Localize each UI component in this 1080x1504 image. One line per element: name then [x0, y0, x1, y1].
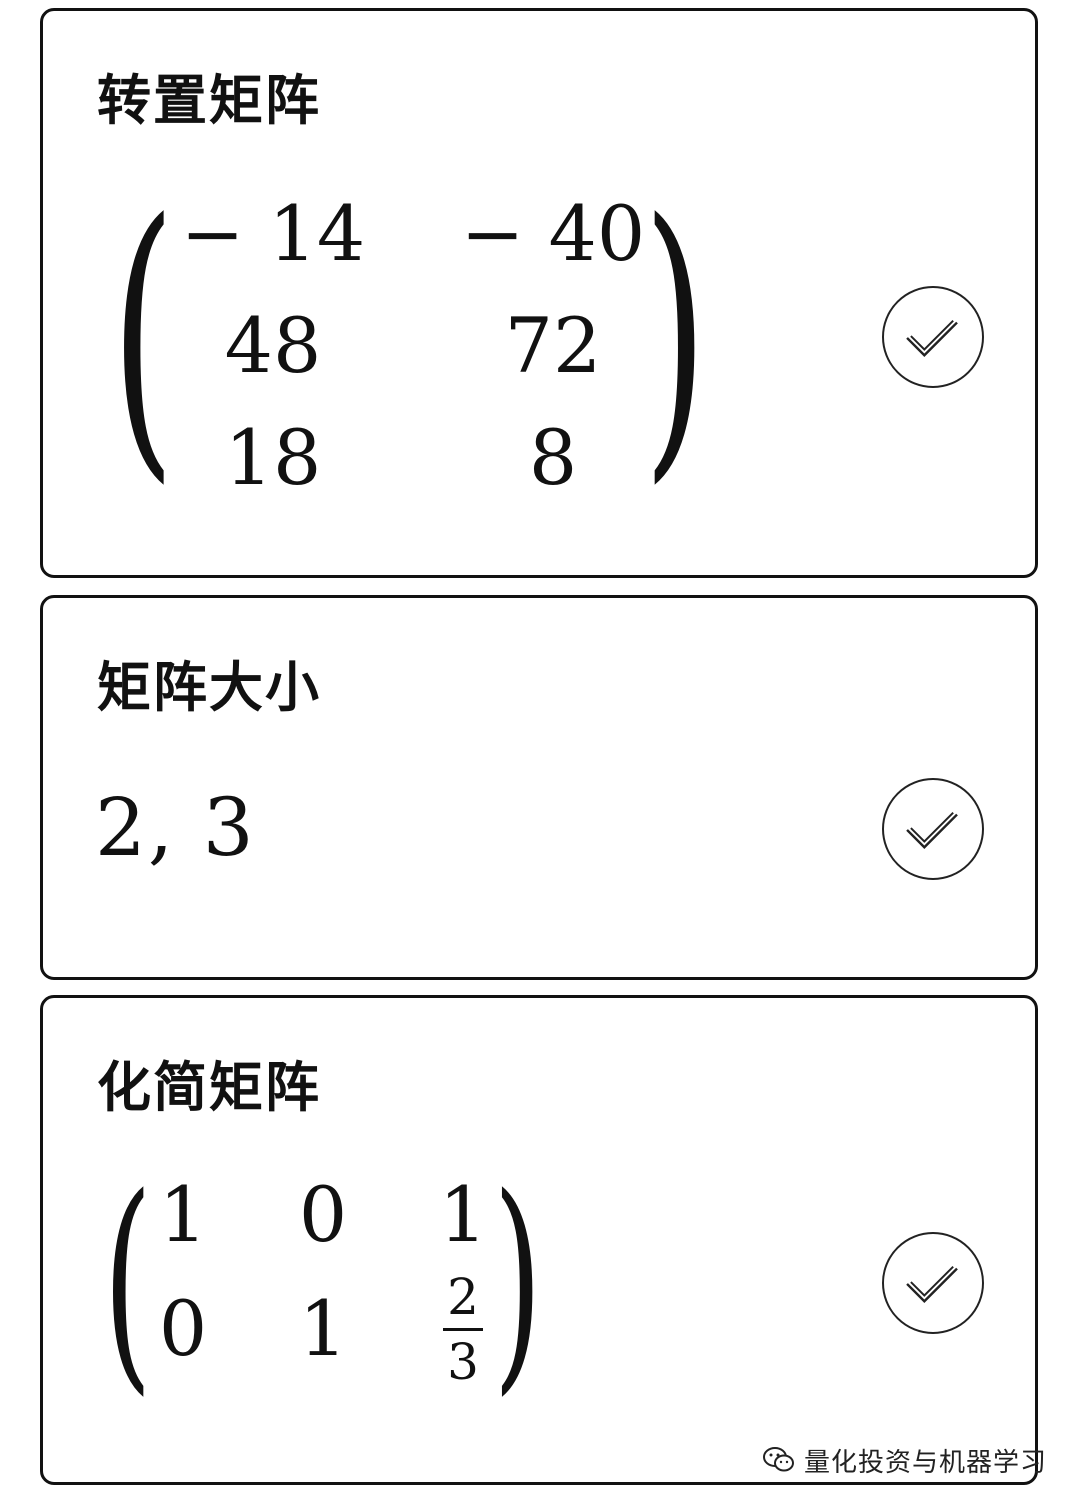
- card-title: 化简矩阵: [97, 1056, 321, 1119]
- matrix-size-card: 矩阵大小 2, 3: [40, 595, 1038, 980]
- wechat-icon: [763, 1447, 794, 1472]
- watermark-text: 量化投资与机器学习: [804, 1447, 1048, 1478]
- fraction: 2 3: [433, 1268, 493, 1391]
- matrix-cell: 8: [528, 413, 578, 502]
- matrix-size-value: 2, 3: [95, 781, 256, 874]
- card-title: 转置矩阵: [97, 69, 321, 132]
- matrix-cell: 1: [158, 1170, 208, 1259]
- matrix-cell: 18: [224, 413, 322, 502]
- check-circle-icon: [906, 1265, 958, 1303]
- fraction-bar: [443, 1328, 483, 1331]
- fraction-denominator: 3: [447, 1333, 479, 1391]
- matrix-cell: 0: [298, 1170, 348, 1259]
- check-circle-icon: [906, 811, 958, 849]
- confirm-button[interactable]: [882, 286, 984, 388]
- matrix-cell: 1: [298, 1284, 348, 1373]
- matrix-cell: − 40: [460, 189, 646, 278]
- transpose-matrix-card: 转置矩阵 ( ) − 14 − 40 48 72 18 8: [40, 8, 1038, 578]
- confirm-button[interactable]: [882, 778, 984, 880]
- matrix-cell: 0: [158, 1284, 208, 1373]
- fraction-numerator: 2: [447, 1268, 479, 1326]
- confirm-button[interactable]: [882, 1232, 984, 1334]
- matrix-cell: 1: [438, 1170, 488, 1259]
- card-title: 矩阵大小: [97, 656, 321, 719]
- matrix-cell: 72: [504, 301, 602, 390]
- matrix-cell: 48: [224, 301, 322, 390]
- matrix-cell: − 14: [180, 189, 366, 278]
- reduced-matrix-card: 化简矩阵 ( ) 1 0 1 0 1 2 3: [40, 995, 1038, 1485]
- check-circle-icon: [906, 319, 958, 357]
- watermark: 量化投资与机器学习: [762, 1440, 1047, 1480]
